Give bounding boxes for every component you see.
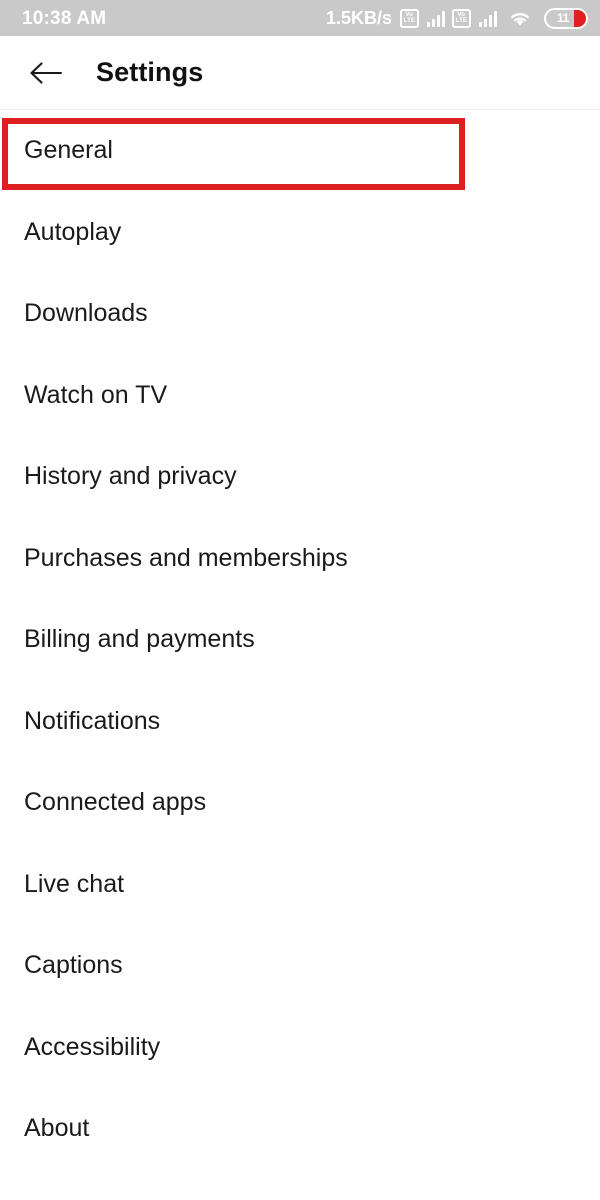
settings-item-label: Downloads [24, 299, 148, 328]
settings-item-label: Billing and payments [24, 625, 255, 654]
settings-item-about[interactable]: About [0, 1088, 600, 1170]
page-title: Settings [96, 57, 204, 87]
battery-percent-text: 11 [556, 11, 570, 25]
wifi-icon [508, 9, 532, 28]
settings-item-live-chat[interactable]: Live chat [0, 844, 600, 926]
network-speed-text: 1.5KB/s [325, 8, 392, 28]
status-bar-clock: 10:38 AM [22, 7, 107, 29]
settings-item-captions[interactable]: Captions [0, 925, 600, 1007]
settings-item-label: Watch on TV [24, 380, 168, 409]
settings-item-billing-and-payments[interactable]: Billing and payments [0, 599, 600, 681]
settings-item-label: Accessibility [24, 1032, 161, 1061]
settings-item-downloads[interactable]: Downloads [0, 273, 600, 355]
arrow-left-icon [28, 60, 64, 86]
settings-item-label: History and privacy [24, 462, 237, 491]
back-button[interactable] [16, 43, 76, 103]
signal-bars-icon-sim2 [479, 9, 497, 27]
settings-item-notifications[interactable]: Notifications [0, 681, 600, 763]
settings-item-label: Live chat [24, 869, 125, 898]
settings-item-label: Purchases and memberships [24, 543, 348, 572]
volte-label-bottom-2: LTE [455, 17, 468, 24]
settings-item-label: General [24, 136, 113, 165]
signal-bars-icon-sim1 [427, 9, 445, 27]
phone-screen: 10:38 AM 1.5KB/s Vo LTE Vo LTE 11 Settin… [0, 0, 600, 1200]
battery-icon: 11 [544, 7, 588, 29]
settings-list: General Autoplay Downloads Watch on TV H… [0, 110, 600, 1170]
settings-item-accessibility[interactable]: Accessibility [0, 1007, 600, 1089]
status-bar-indicators: 1.5KB/s Vo LTE Vo LTE 11 [325, 7, 588, 29]
settings-item-label: Autoplay [24, 217, 122, 246]
status-bar: 10:38 AM 1.5KB/s Vo LTE Vo LTE 11 [0, 0, 600, 36]
settings-item-connected-apps[interactable]: Connected apps [0, 762, 600, 844]
battery-level-fill [574, 9, 586, 27]
settings-item-purchases-and-memberships[interactable]: Purchases and memberships [0, 518, 600, 600]
settings-item-history-and-privacy[interactable]: History and privacy [0, 436, 600, 518]
volte-icon-sim2: Vo LTE [452, 8, 471, 28]
app-bar: Settings [0, 36, 600, 110]
volte-label-bottom: LTE [403, 17, 416, 24]
settings-item-label: Connected apps [24, 788, 207, 817]
settings-item-autoplay[interactable]: Autoplay [0, 192, 600, 274]
settings-item-watch-on-tv[interactable]: Watch on TV [0, 355, 600, 437]
settings-item-label: Captions [24, 951, 123, 980]
settings-item-general[interactable]: General [0, 110, 600, 192]
settings-item-label: About [24, 1114, 90, 1143]
settings-item-label: Notifications [24, 706, 161, 735]
volte-icon-sim1: Vo LTE [400, 8, 419, 28]
